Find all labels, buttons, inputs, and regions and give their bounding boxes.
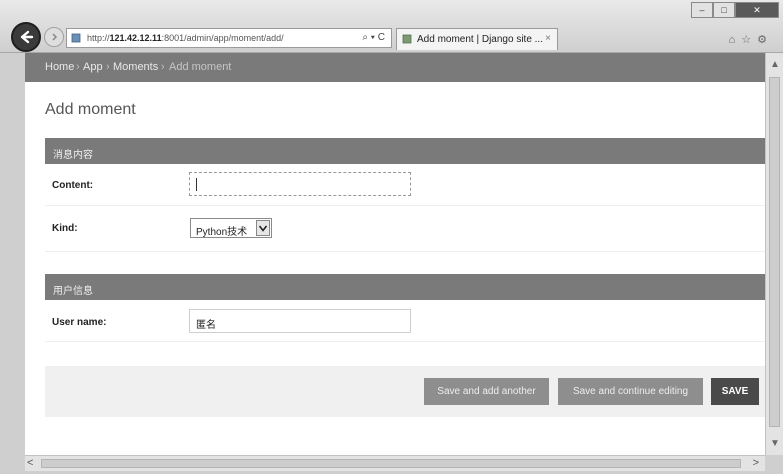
scrollbar-thumb[interactable] — [769, 77, 780, 427]
scroll-right-icon[interactable]: > — [753, 457, 759, 469]
address-bar[interactable]: http://121.42.12.11:8001/admin/app/momen… — [66, 28, 392, 48]
forward-arrow-icon — [52, 33, 58, 41]
breadcrumb-current: Add moment — [169, 61, 232, 73]
kind-selected-value: Python技术 — [196, 227, 248, 238]
back-button[interactable] — [11, 22, 41, 52]
minimize-button[interactable]: – — [691, 2, 713, 18]
scrollbar-thumb[interactable] — [41, 459, 741, 468]
browser-tab[interactable]: Add moment | Django site ... × — [396, 28, 558, 50]
save-and-add-another-button[interactable]: Save and add another — [424, 378, 549, 405]
horizontal-scrollbar[interactable]: < > — [25, 455, 765, 471]
breadcrumb-moments[interactable]: Moments — [113, 61, 158, 73]
user-name-value: 匿名 — [196, 320, 216, 331]
tab-favicon-icon — [402, 34, 412, 44]
url-prefix: http:// — [87, 33, 110, 43]
scroll-down-icon[interactable]: ▼ — [770, 438, 780, 449]
breadcrumb-home[interactable]: Home — [45, 61, 74, 73]
search-refresh-icons[interactable]: ⌕ ▾ C — [362, 32, 385, 43]
back-arrow-icon — [20, 30, 34, 44]
fieldset-title: 消息内容 — [53, 150, 93, 161]
browser-window: http://121.42.12.11:8001/admin/app/momen… — [0, 0, 783, 474]
row-divider — [45, 251, 765, 252]
page-viewport: Home › App › Moments › Add moment Add mo… — [25, 53, 765, 455]
tab-close-icon[interactable]: × — [545, 33, 551, 44]
url-path: :8001/admin/app/moment/add/ — [161, 33, 284, 43]
tab-title: Add moment | Django site ... — [417, 34, 543, 45]
page-icon — [71, 33, 81, 43]
page-title: Add moment — [45, 101, 136, 118]
save-and-continue-button[interactable]: Save and continue editing — [558, 378, 703, 405]
breadcrumb-app[interactable]: App — [83, 61, 103, 73]
url-text[interactable]: http://121.42.12.11:8001/admin/app/momen… — [87, 33, 284, 43]
content-label: Content: — [52, 180, 94, 191]
fieldset-header-user-info: 用户信息 — [45, 274, 765, 300]
left-gutter — [0, 53, 25, 474]
scroll-left-icon[interactable]: < — [27, 457, 33, 469]
user-name-input[interactable]: 匿名 — [189, 309, 411, 333]
save-button[interactable]: SAVE — [711, 378, 759, 405]
scroll-up-icon[interactable]: ▲ — [770, 59, 780, 70]
row-divider — [45, 205, 765, 206]
row-divider — [45, 341, 765, 342]
close-window-button[interactable]: ✕ — [735, 2, 779, 18]
vertical-scrollbar[interactable]: ▲ ▼ — [765, 53, 783, 455]
forward-button[interactable] — [44, 27, 64, 47]
breadcrumb-separator: › — [161, 61, 165, 73]
user-name-label: User name: — [52, 317, 107, 328]
breadcrumb-separator: › — [106, 61, 110, 73]
fieldset-title: 用户信息 — [53, 286, 93, 297]
maximize-button[interactable]: □ — [713, 2, 735, 18]
browser-toolbar: http://121.42.12.11:8001/admin/app/momen… — [0, 0, 783, 53]
home-star-gear-icons[interactable]: ⌂☆⚙ — [729, 33, 773, 46]
kind-select[interactable]: Python技术 — [190, 218, 272, 238]
kind-label: Kind: — [52, 223, 78, 234]
breadcrumb: Home › App › Moments › Add moment — [25, 53, 765, 82]
url-host: 121.42.12.11 — [109, 33, 162, 43]
chevron-down-icon[interactable] — [256, 220, 270, 236]
fieldset-header-message-content: 消息内容 — [45, 138, 765, 164]
breadcrumb-separator: › — [76, 61, 80, 73]
content-input[interactable] — [189, 172, 411, 196]
text-caret — [196, 178, 197, 191]
